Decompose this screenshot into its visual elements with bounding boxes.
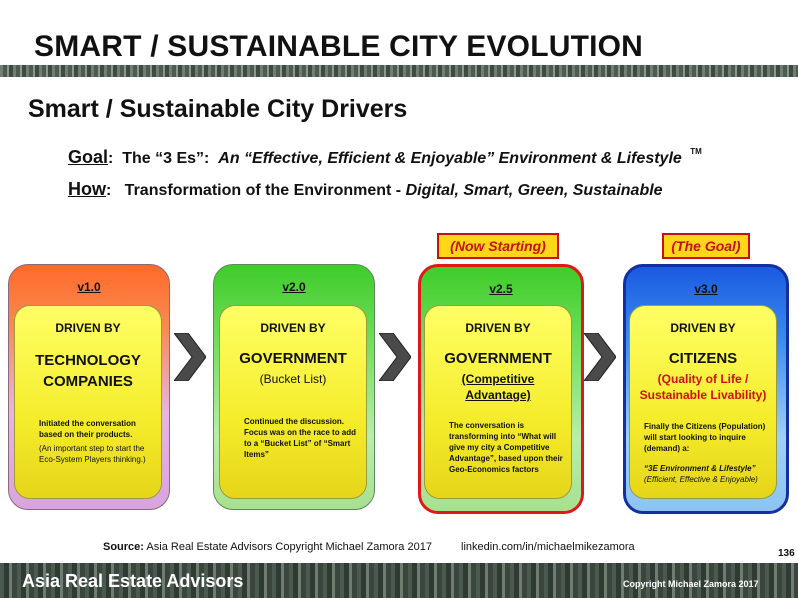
goal-key: Goal [68, 147, 109, 167]
how-key: How [68, 179, 106, 199]
linkedin-link[interactable]: linkedin.com/in/michaelmikezamora [461, 541, 635, 553]
version-label: v1.0 [77, 280, 101, 294]
card-inner: DRIVEN BY TECHNOLOGY COMPANIES Initiated… [14, 305, 162, 499]
goal-text: The “3 Es”: [122, 150, 210, 167]
driver-name: GOVERNMENT [239, 350, 347, 367]
now-starting-tag: (Now Starting) [437, 233, 559, 259]
how-italic: Digital, Smart, Green, Sustainable [405, 182, 663, 199]
chevron-right-icon [379, 333, 411, 381]
card-v2-5: v2.5 DRIVEN BY GOVERNMENT (Competitive A… [418, 264, 584, 514]
how-line: How: Transformation of the Environment -… [68, 179, 663, 200]
card-note: Finally the Citizens (Population) will s… [644, 422, 766, 453]
page-number: 136 [778, 548, 795, 559]
footer-brand: Asia Real Estate Advisors [22, 571, 244, 591]
version-label: v3.0 [694, 282, 718, 296]
card-v3: v3.0 DRIVEN BY CITIZENS (Quality of Life… [623, 264, 789, 514]
page-title: SMART / SUSTAINABLE CITY EVOLUTION [34, 30, 644, 63]
card-note-3: (Efficient, Effective & Enjoyable) [644, 475, 758, 484]
driver-line-1: TECHNOLOGY [35, 352, 141, 369]
driver-sub-2: Sustainable Livability) [639, 388, 767, 402]
card-v1: v1.0 DRIVEN BY TECHNOLOGY COMPANIES Init… [8, 264, 170, 510]
goal-line: Goal: The “3 Es”: An “Effective, Efficie… [68, 147, 702, 168]
how-text: Transformation of the Environment - [124, 182, 402, 199]
card-note: The conversation is transforming into “W… [449, 421, 563, 474]
driven-by-label: DRIVEN BY [55, 321, 121, 335]
card-note-2: “3E Environment & Lifestyle” [644, 464, 756, 473]
card-inner: DRIVEN BY GOVERNMENT (Bucket List) Conti… [219, 305, 367, 499]
card-note-2: (An important step to start the Eco-Syst… [39, 444, 146, 464]
driver-sub: (Bucket List) [259, 372, 327, 386]
driver-name: TECHNOLOGY COMPANIES [15, 350, 161, 392]
driven-by-label: DRIVEN BY [260, 321, 326, 335]
goal-colon: : [108, 150, 114, 167]
card-note: Continued the discussion. Focus was on t… [244, 417, 357, 459]
trademark: TM [690, 147, 702, 156]
driver-line-2: COMPANIES [43, 373, 133, 390]
card-inner: DRIVEN BY GOVERNMENT (Competitive Advant… [424, 305, 572, 499]
driver-sub-1: (Quality of Life / [657, 372, 749, 386]
header-band [0, 65, 798, 77]
driven-by-label: DRIVEN BY [465, 321, 531, 335]
footer-copyright: Copyright Michael Zamora 2017 [623, 579, 759, 589]
driver-name: GOVERNMENT [444, 350, 552, 367]
driven-by-label: DRIVEN BY [670, 321, 736, 335]
chevron-right-icon [584, 333, 616, 381]
source-label: Source: [103, 541, 144, 553]
card-inner: DRIVEN BY CITIZENS (Quality of Life / Su… [629, 305, 777, 499]
card-v2: v2.0 DRIVEN BY GOVERNMENT (Bucket List) … [213, 264, 375, 510]
card-note: Initiated the conversation based on thei… [39, 419, 136, 439]
chevron-right-icon [174, 333, 206, 381]
the-goal-tag: (The Goal) [662, 233, 750, 259]
how-colon: : [106, 182, 112, 199]
driver-sub-2: Advantage) [465, 388, 531, 402]
version-label: v2.5 [489, 282, 513, 296]
driver-name: CITIZENS [668, 350, 738, 367]
source-text: Asia Real Estate Advisors Copyright Mich… [146, 541, 432, 553]
driver-sub-1: (Competitive [461, 372, 535, 386]
source-line: Source: Asia Real Estate Advisors Copyri… [103, 541, 635, 553]
goal-italic: An “Effective, Efficient & Enjoyable” En… [218, 150, 682, 167]
subtitle: Smart / Sustainable City Drivers [28, 95, 408, 123]
version-label: v2.0 [282, 280, 306, 294]
